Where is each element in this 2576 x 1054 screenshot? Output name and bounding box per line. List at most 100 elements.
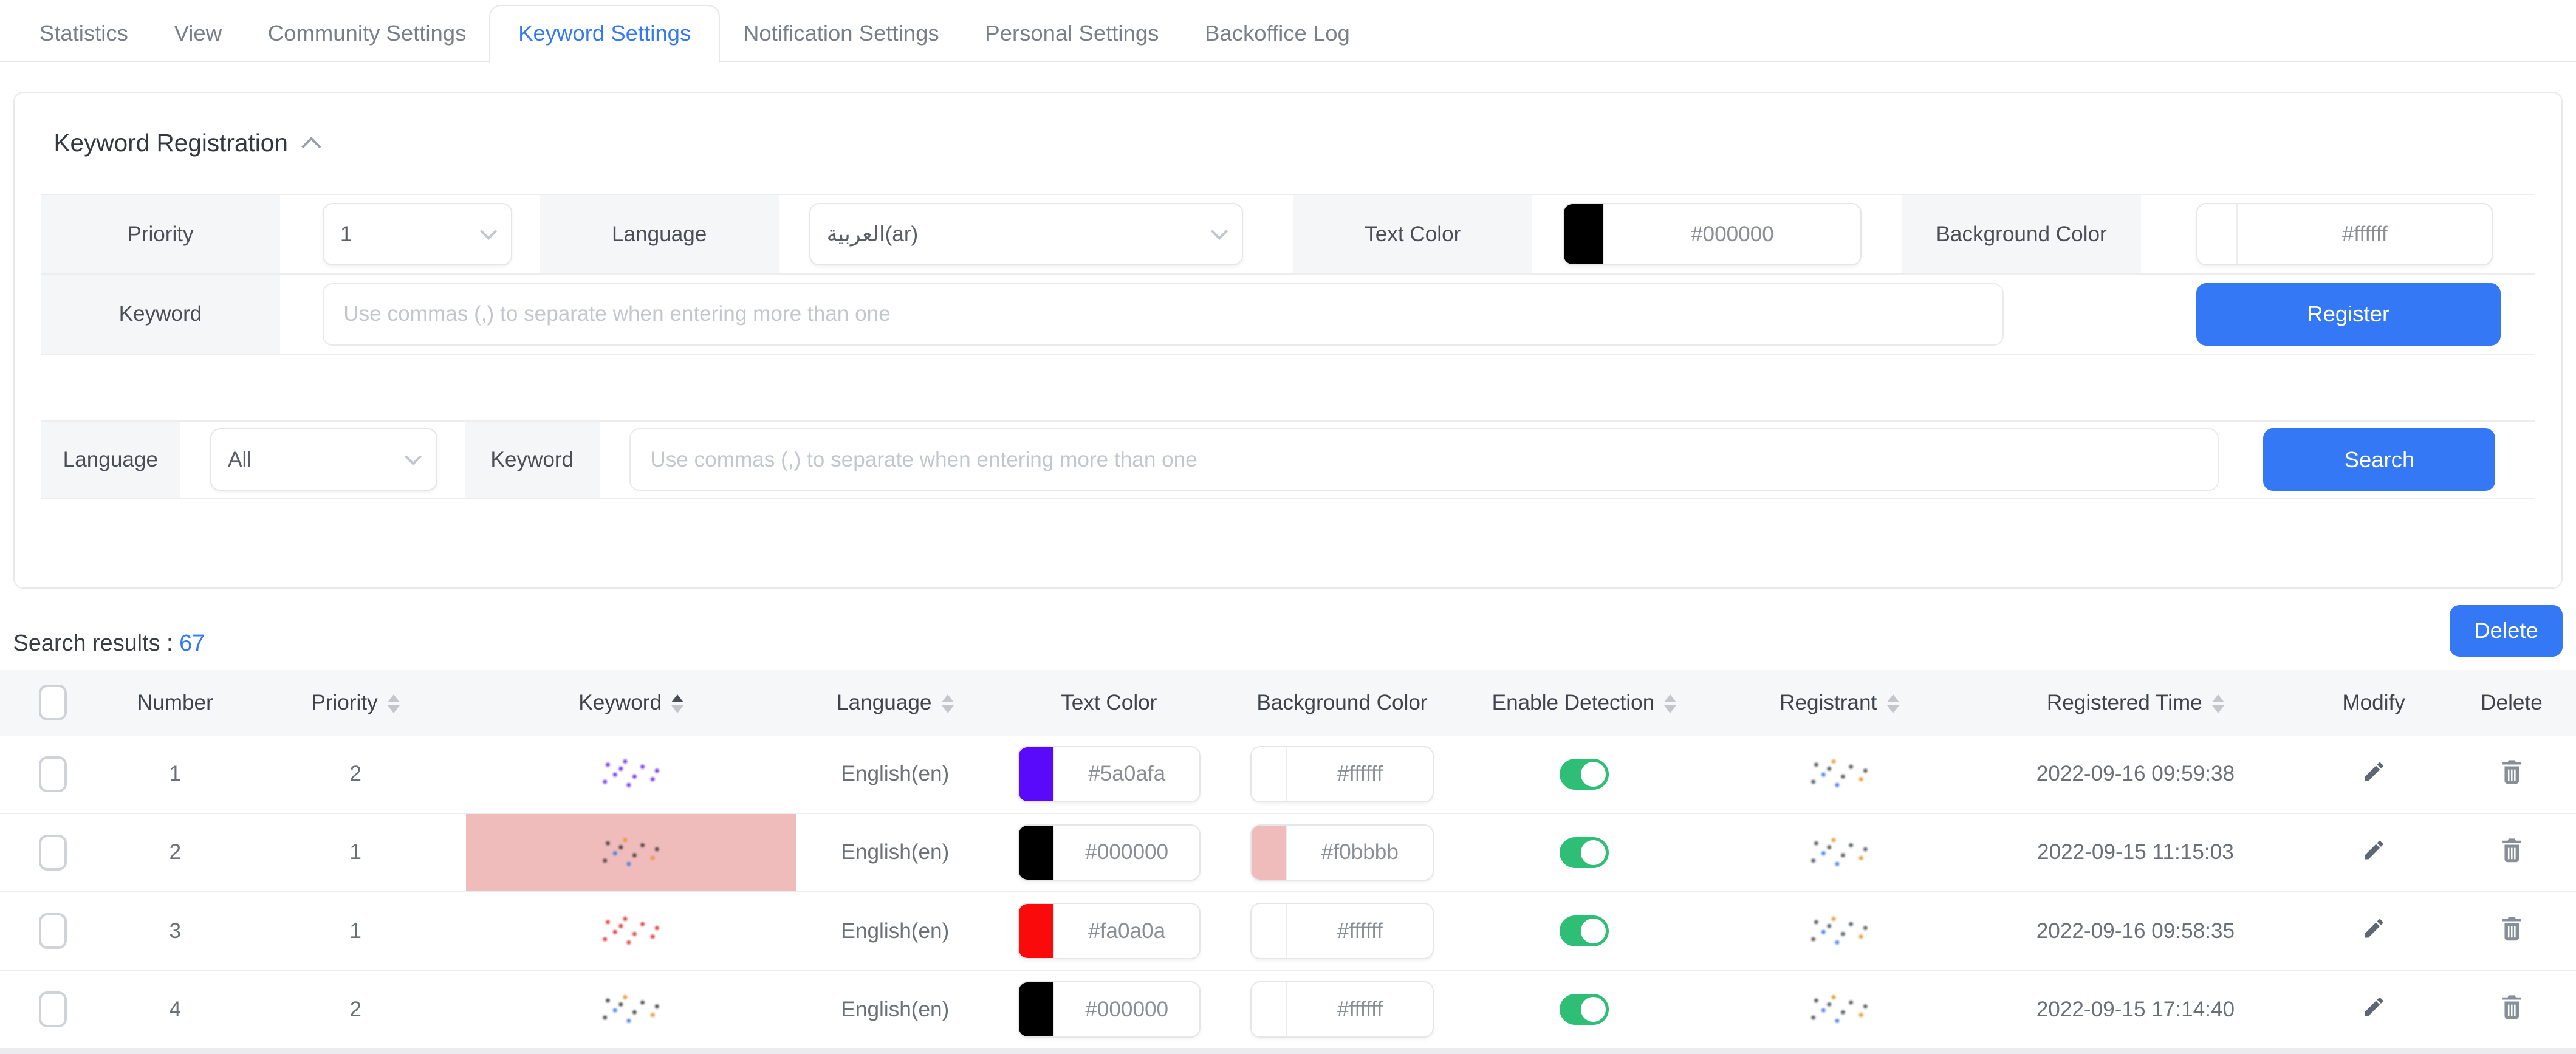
background-color-label: Background Color: [1902, 195, 2141, 274]
text-color-swatch[interactable]: [1564, 204, 1605, 264]
tab-notification-settings[interactable]: Notification Settings: [720, 5, 962, 61]
sort-icon[interactable]: [1664, 694, 1676, 713]
cell-keyword: [466, 736, 796, 813]
cell-number: 4: [106, 970, 245, 1049]
cell-modify: [2300, 892, 2447, 970]
search-keyword-input[interactable]: [629, 428, 2219, 491]
table-row: 2 1 English(en) #000000 #f0bbbb 2022-09-…: [0, 813, 2576, 892]
row-checkbox[interactable]: [39, 991, 67, 1027]
pencil-icon: [2362, 916, 2386, 941]
delete-row-button[interactable]: [2493, 986, 2530, 1033]
register-button[interactable]: Register: [2196, 283, 2501, 346]
cell-number: 1: [106, 736, 245, 813]
redacted-keyword: [595, 993, 667, 1026]
column-header-registrant[interactable]: Registrant: [1708, 670, 1970, 736]
text-color-input[interactable]: #000000: [1563, 203, 1862, 265]
cell-enable-detection: [1461, 970, 1708, 1049]
sort-icon[interactable]: [2212, 694, 2224, 713]
modify-button[interactable]: [2355, 909, 2393, 953]
search-keyword-label: Keyword: [465, 422, 600, 497]
text-color-swatch: [1019, 982, 1055, 1036]
cell-registrant: [1708, 892, 1970, 970]
modify-button[interactable]: [2355, 753, 2393, 796]
select-all-checkbox[interactable]: [39, 685, 67, 720]
panel-title-row: Keyword Registration: [54, 129, 2536, 157]
delete-selected-button[interactable]: Delete: [2450, 605, 2563, 657]
column-header-background-color: Background Color: [1224, 670, 1461, 736]
search-language-value: All: [228, 448, 252, 472]
sort-icon[interactable]: [1887, 694, 1899, 713]
column-header-keyword[interactable]: Keyword: [466, 670, 796, 736]
keyword-input[interactable]: [323, 283, 2004, 346]
column-header-modify: Modify: [2300, 670, 2447, 736]
background-color-swatch[interactable]: [2197, 204, 2238, 264]
redacted-keyword: [595, 758, 667, 790]
cell-delete: [2447, 736, 2576, 813]
sort-icon-ascending[interactable]: [671, 694, 683, 713]
search-language-select[interactable]: All: [210, 428, 437, 491]
delete-row-button[interactable]: [2493, 829, 2530, 876]
tab-community-settings[interactable]: Community Settings: [245, 5, 489, 61]
cell-delete: [2447, 813, 2576, 892]
modify-button[interactable]: [2355, 831, 2393, 874]
tab-view[interactable]: View: [151, 5, 245, 61]
row-checkbox[interactable]: [39, 835, 67, 871]
cell-modify: [2300, 736, 2447, 813]
background-color-input[interactable]: #ffffff: [2196, 203, 2493, 265]
cell-background-color: #ffffff: [1224, 892, 1461, 970]
cell-text-color: #5a0afa: [995, 736, 1224, 813]
sort-icon[interactable]: [388, 694, 400, 713]
redacted-registrant: [1803, 836, 1875, 869]
text-color-label: Text Color: [1293, 195, 1532, 274]
row-checkbox[interactable]: [39, 756, 67, 792]
enable-detection-toggle-on[interactable]: [1560, 837, 1609, 868]
cell-delete: [2447, 970, 2576, 1049]
cell-modify: [2300, 970, 2447, 1049]
column-header-registered-time[interactable]: Registered Time: [1971, 670, 2301, 736]
column-header-number: Number: [106, 670, 245, 736]
search-button[interactable]: Search: [2263, 428, 2495, 491]
pencil-icon: [2362, 838, 2386, 863]
table-row: 1 2 English(en) #5a0afa #ffffff 2022-09-…: [0, 736, 2576, 813]
cell-priority: 2: [245, 736, 467, 813]
row-checkbox[interactable]: [39, 913, 67, 949]
language-label: Language: [540, 195, 779, 274]
redacted-keyword: [595, 915, 667, 948]
cell-language: English(en): [796, 970, 994, 1049]
search-results-label: Search results : 67: [13, 631, 205, 657]
delete-row-button[interactable]: [2493, 908, 2530, 954]
language-select[interactable]: العربية(ar): [809, 203, 1243, 265]
tab-statistics[interactable]: Statistics: [16, 5, 151, 61]
modify-button[interactable]: [2355, 988, 2393, 1031]
cell-registrant: [1708, 813, 1970, 892]
tab-keyword-settings[interactable]: Keyword Settings: [489, 5, 720, 63]
column-header-enable-detection[interactable]: Enable Detection: [1461, 670, 1708, 736]
text-color-swatch: [1019, 826, 1055, 880]
background-color-swatch: [1252, 826, 1287, 880]
tab-personal-settings[interactable]: Personal Settings: [962, 5, 1182, 61]
cell-language: English(en): [796, 736, 994, 813]
cell-enable-detection: [1461, 892, 1708, 970]
enable-detection-toggle-on[interactable]: [1560, 759, 1609, 790]
keyword-label: Keyword: [41, 275, 280, 354]
cell-text-color: #000000: [995, 970, 1224, 1049]
registration-row-1: Priority 1 Language العربية(ar) Text Col…: [41, 195, 2535, 275]
cell-registrant: [1708, 736, 1970, 813]
redacted-keyword: [595, 836, 667, 869]
column-header-language[interactable]: Language: [796, 670, 994, 736]
text-color-swatch: [1019, 747, 1055, 801]
registration-row-2: Keyword Register: [41, 275, 2535, 355]
sort-icon[interactable]: [942, 694, 954, 713]
text-color-value: #000000: [1604, 204, 1860, 264]
collapse-chevron-up-icon[interactable]: [301, 137, 321, 156]
cell-keyword: [466, 892, 796, 970]
top-tab-bar: Statistics View Community Settings Keywo…: [0, 0, 2576, 62]
delete-row-button[interactable]: [2493, 751, 2530, 798]
enable-detection-toggle-on[interactable]: [1560, 915, 1609, 946]
cell-language: English(en): [796, 813, 994, 892]
column-header-priority[interactable]: Priority: [245, 670, 467, 736]
priority-select-value: 1: [340, 222, 352, 247]
tab-backoffice-log[interactable]: Backoffice Log: [1182, 5, 1372, 61]
enable-detection-toggle-on[interactable]: [1560, 994, 1609, 1025]
priority-select[interactable]: 1: [323, 203, 512, 265]
